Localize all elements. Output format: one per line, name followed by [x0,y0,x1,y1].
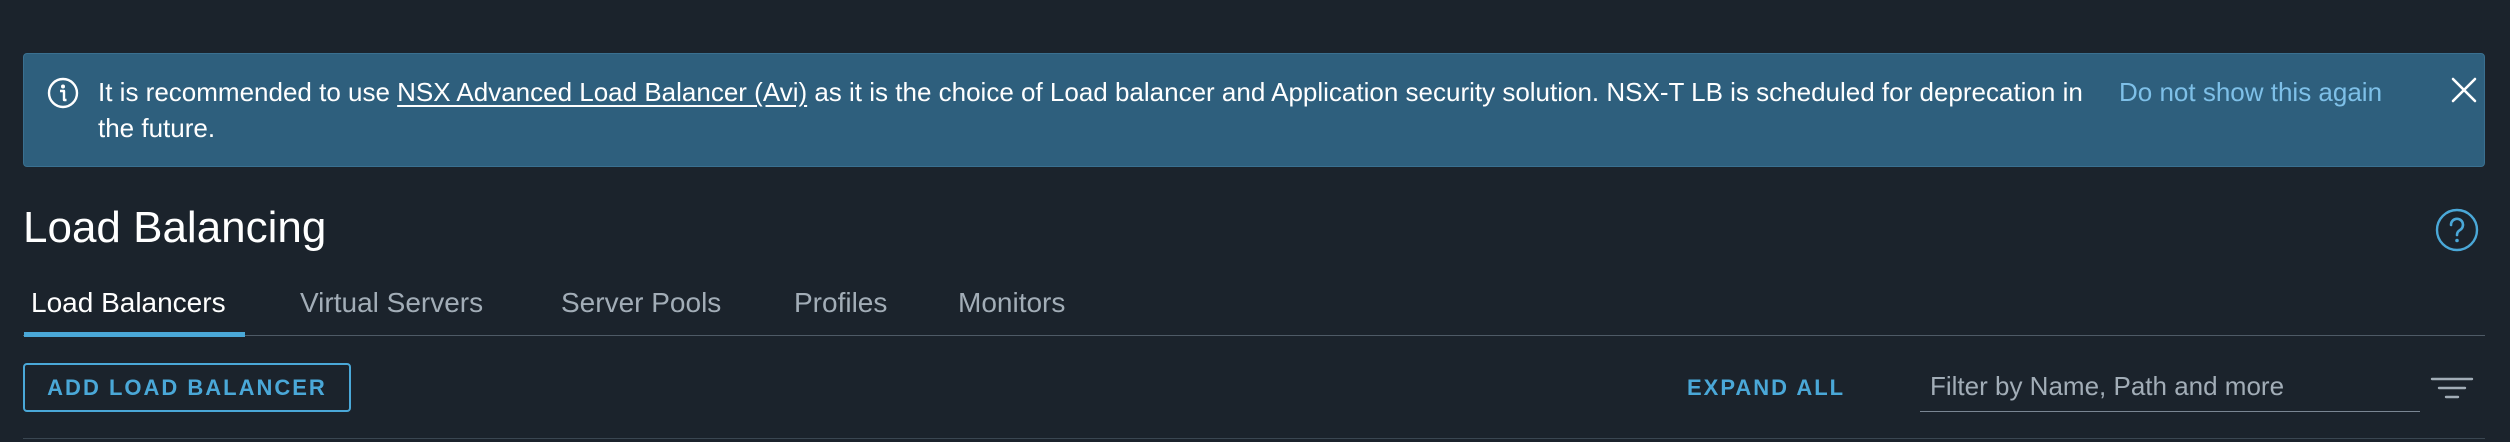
close-icon[interactable] [2448,74,2480,106]
do-not-show-again-link[interactable]: Do not show this again [2119,74,2382,110]
tab-server-pools[interactable]: Server Pools [554,280,728,336]
deprecation-alert: It is recommended to use NSX Advanced Lo… [23,53,2485,167]
tab-profiles[interactable]: Profiles [787,280,894,336]
tab-virtual-servers[interactable]: Virtual Servers [293,280,490,336]
add-load-balancer-button[interactable]: ADD LOAD BALANCER [23,363,351,412]
help-circle-icon[interactable] [2434,207,2480,253]
expand-all-button[interactable]: EXPAND ALL [1687,363,1845,412]
grid-top-border [23,438,2485,442]
avi-link[interactable]: NSX Advanced Load Balancer (Avi) [397,77,807,107]
filter-lines-icon[interactable] [2430,375,2474,401]
page-title: Load Balancing [23,203,327,252]
tab-bar: Load Balancers Virtual Servers Server Po… [23,280,2485,337]
alert-message: It is recommended to use NSX Advanced Lo… [98,74,2098,146]
filter-field [1920,361,2420,412]
info-icon [47,77,79,109]
alert-text-before: It is recommended to use [98,77,398,107]
filter-input[interactable] [1920,361,2420,411]
tab-load-balancers[interactable]: Load Balancers [24,280,245,337]
tab-monitors[interactable]: Monitors [951,280,1072,336]
